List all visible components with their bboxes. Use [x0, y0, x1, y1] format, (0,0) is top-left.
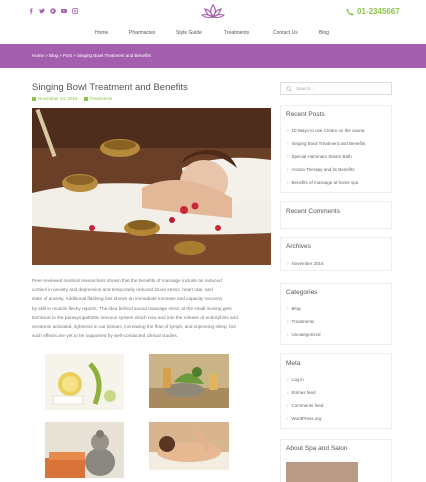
archive-link[interactable]: November 2016: [287, 261, 324, 266]
search-input[interactable]: Search...: [296, 86, 314, 91]
nav-blog[interactable]: Blog: [319, 30, 329, 36]
category-link[interactable]: Blog: [287, 306, 301, 311]
category-link[interactable]: Treatments: [287, 319, 315, 324]
nav-pharmacies[interactable]: Pharmacies: [129, 30, 155, 36]
search-icon: [286, 86, 292, 92]
widget-title: Categories: [286, 289, 318, 296]
post-body: Peer-reviewed medical researchers shown …: [32, 278, 238, 339]
about-image: [286, 462, 358, 482]
lotus-logo-icon[interactable]: [201, 3, 225, 21]
widget-title: About Spa and Salon: [286, 445, 348, 452]
widget-title: Recent Posts: [286, 111, 325, 118]
recent-posts-widget: Recent Posts 10 Ways to use Cream on the…: [280, 105, 392, 193]
social-links: [28, 8, 78, 14]
site-header: 01-2345667 Home Pharmacies Style Guide T…: [0, 0, 426, 44]
archives-widget: Archives November 2016: [280, 237, 392, 271]
youtube-icon[interactable]: [61, 8, 67, 14]
widget-title: Recent Comments: [286, 208, 340, 215]
category-link[interactable]: Uncategorized: [287, 332, 321, 337]
gallery-image-back-massage[interactable]: [149, 422, 229, 470]
post-category[interactable]: Treatments: [83, 96, 112, 101]
recent-comments-widget: Recent Comments: [280, 201, 392, 229]
meta-widget: Meta Log in Entries feed Comments feed W…: [280, 353, 392, 429]
facebook-icon[interactable]: [28, 8, 34, 14]
recent-post-link[interactable]: Benefits of massage at home spa: [287, 180, 359, 185]
gallery-image-buddha-towels[interactable]: [45, 422, 124, 478]
gallery-image-herbal-oils[interactable]: [149, 354, 229, 408]
calendar-icon: [32, 96, 36, 101]
gallery-image-lemon-spa[interactable]: [45, 354, 124, 410]
instagram-icon[interactable]: [72, 8, 78, 14]
nav-style-guide[interactable]: Style Guide: [176, 30, 202, 36]
main-nav: Home Pharmacies Style Guide Treatments C…: [0, 30, 426, 40]
featured-image: [32, 108, 271, 265]
pinterest-icon[interactable]: [50, 8, 56, 14]
widget-title: Meta: [286, 360, 301, 367]
breadcrumb[interactable]: Home » Blog » Post » Singing Bowl Treatm…: [32, 53, 151, 58]
meta-link[interactable]: Log in: [287, 377, 304, 382]
page-title: Singing Bowl Treatment and Benefits: [32, 82, 188, 93]
meta-link[interactable]: Comments feed: [287, 403, 324, 408]
recent-post-link[interactable]: Special Hammam Steam Bath: [287, 154, 352, 159]
nav-treatments[interactable]: Treatments: [224, 30, 249, 36]
phone-text: 01-2345667: [357, 7, 400, 16]
nav-contact-us[interactable]: Contact Us: [273, 30, 298, 36]
search-field[interactable]: Search...: [280, 82, 392, 95]
meta-link[interactable]: Entries feed: [287, 390, 316, 395]
recent-post-link[interactable]: Aroma Therapy and its Benefits: [287, 167, 355, 172]
recent-post-link[interactable]: Singing Bowl Treatment and Benefits: [287, 141, 366, 146]
recent-post-link[interactable]: 10 Ways to use Cream on the sauna: [287, 128, 365, 133]
post-date[interactable]: November 24, 2016: [32, 96, 78, 101]
post-meta: November 24, 2016 Treatments: [32, 96, 112, 101]
pencil-icon: [83, 96, 88, 101]
phone-number[interactable]: 01-2345667: [346, 7, 400, 16]
about-widget: About Spa and Salon: [280, 439, 392, 482]
nav-home[interactable]: Home: [95, 30, 108, 36]
phone-icon: [346, 8, 354, 15]
meta-link[interactable]: WordPress.org: [287, 416, 322, 421]
widget-title: Archives: [286, 243, 311, 250]
page-banner: Home » Blog » Post » Singing Bowl Treatm…: [0, 44, 426, 68]
twitter-icon[interactable]: [39, 8, 45, 14]
categories-widget: Categories Blog Treatments Uncategorized: [280, 283, 392, 345]
